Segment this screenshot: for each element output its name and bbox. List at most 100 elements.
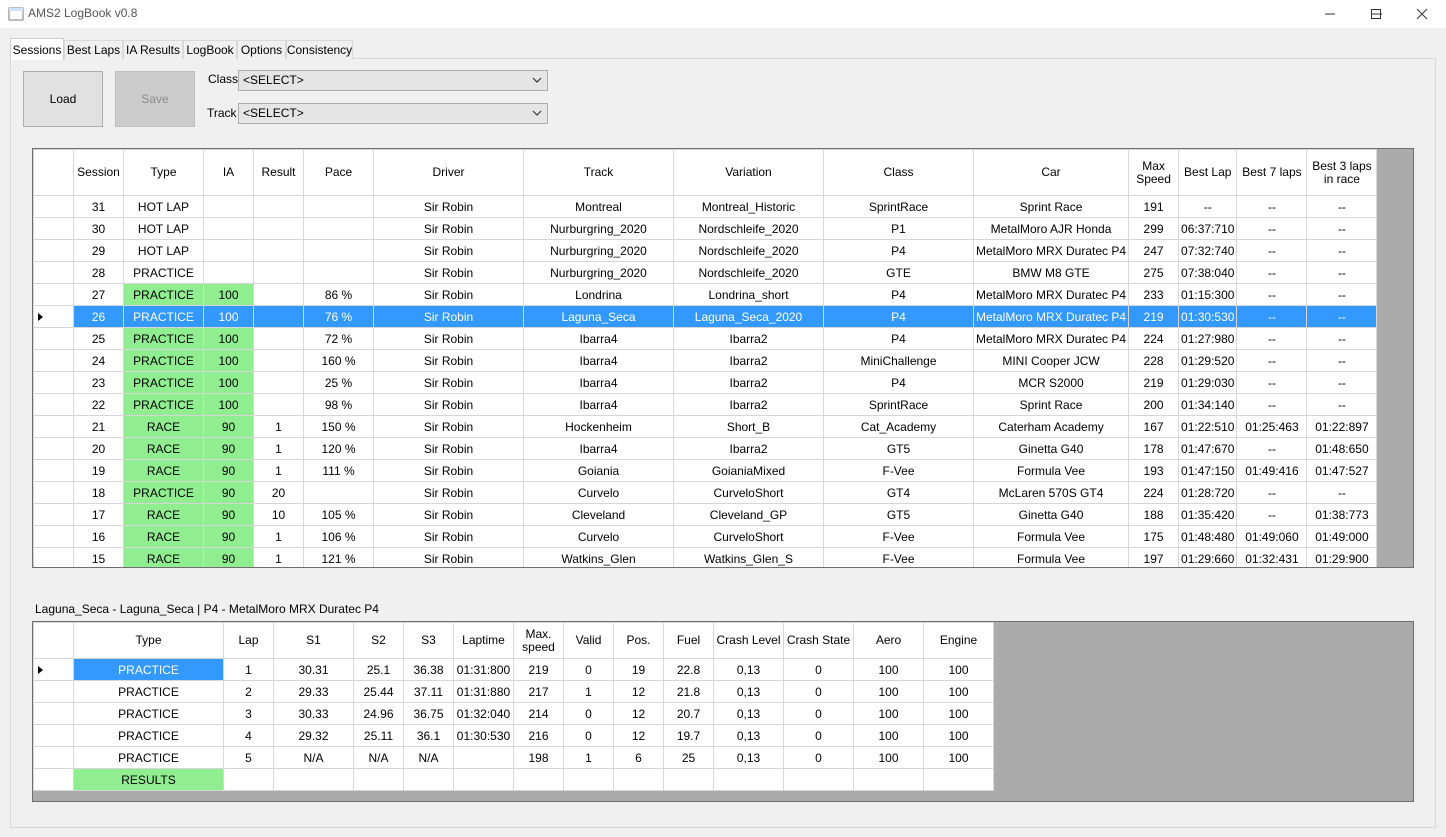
row-header[interactable] <box>33 437 74 460</box>
session-cell[interactable]: Ginetta G40 <box>972 437 1130 460</box>
session-cell[interactable]: 150 % <box>303 415 374 438</box>
lap-cell[interactable] <box>453 768 514 791</box>
session-cell[interactable]: 1 <box>253 547 304 567</box>
column-header[interactable]: Valid <box>563 622 614 659</box>
session-cell[interactable]: Sir Robin <box>373 327 524 350</box>
session-cell[interactable]: Ginetta G40 <box>972 503 1130 526</box>
row-header[interactable] <box>33 261 74 284</box>
session-cell[interactable]: 01:22:510 <box>1178 415 1238 438</box>
session-cell[interactable]: Londrina_short <box>673 283 824 306</box>
column-header[interactable]: Crash State <box>783 622 854 659</box>
row-header[interactable] <box>33 415 74 438</box>
lap-cell[interactable]: 3 <box>223 702 274 725</box>
session-cell[interactable]: 20 <box>73 437 124 460</box>
session-cell[interactable]: PRACTICE <box>123 305 204 328</box>
session-cell[interactable]: 100 <box>203 371 254 394</box>
session-cell[interactable]: PRACTICE <box>123 371 204 394</box>
session-cell[interactable]: Sir Robin <box>373 371 524 394</box>
session-cell[interactable]: P1 <box>823 217 974 240</box>
session-cell[interactable]: 28 <box>73 261 124 284</box>
lap-cell[interactable]: 100 <box>923 702 994 725</box>
session-cell[interactable]: HOT LAP <box>123 239 204 262</box>
session-row[interactable]: 17 RACE 90 10 105 % Sir Robin Cleveland Clevela… <box>33 503 1378 526</box>
session-cell[interactable] <box>253 283 304 306</box>
session-cell[interactable]: 219 <box>1128 305 1180 328</box>
column-header[interactable]: Type <box>73 622 224 659</box>
session-cell[interactable]: Formula Vee <box>972 459 1130 482</box>
lap-cell[interactable]: 12 <box>613 724 664 747</box>
session-cell[interactable]: Ibarra2 <box>673 327 824 350</box>
lap-row[interactable]: PRACTICE 5 N/A N/A N/A 198 1 6 25 0,13 0 100 100 <box>33 746 994 769</box>
column-header[interactable]: IA <box>203 149 254 196</box>
session-cell[interactable]: 01:35:420 <box>1178 503 1238 526</box>
row-header[interactable] <box>33 746 74 769</box>
session-cell[interactable]: 01:47:150 <box>1178 459 1238 482</box>
session-cell[interactable]: -- <box>1306 349 1378 372</box>
session-cell[interactable]: -- <box>1236 437 1308 460</box>
session-cell[interactable]: 22 <box>73 393 124 416</box>
session-cell[interactable]: P4 <box>823 305 974 328</box>
session-cell[interactable]: Watkins_Glen <box>523 547 674 567</box>
lap-cell[interactable]: 0 <box>563 702 614 725</box>
row-header[interactable] <box>33 195 74 218</box>
session-cell[interactable]: 167 <box>1128 415 1180 438</box>
lap-cell[interactable]: 22.8 <box>663 658 714 681</box>
session-cell[interactable]: 01:49:416 <box>1236 459 1308 482</box>
session-cell[interactable]: 20 <box>253 481 304 504</box>
session-cell[interactable] <box>253 261 304 284</box>
column-header[interactable]: Aero <box>853 622 924 659</box>
session-cell[interactable]: 01:25:463 <box>1236 415 1308 438</box>
column-header[interactable]: Best Lap <box>1178 149 1238 196</box>
session-cell[interactable]: 31 <box>73 195 124 218</box>
session-cell[interactable]: 100 <box>203 327 254 350</box>
session-cell[interactable] <box>253 239 304 262</box>
session-cell[interactable]: -- <box>1306 371 1378 394</box>
session-cell[interactable]: MINI Cooper JCW <box>972 349 1130 372</box>
session-cell[interactable] <box>253 393 304 416</box>
session-cell[interactable]: 100 <box>203 305 254 328</box>
lap-cell[interactable]: 36.75 <box>403 702 454 725</box>
session-cell[interactable]: 01:38:773 <box>1306 503 1378 526</box>
lap-cell[interactable]: 100 <box>923 724 994 747</box>
tab-ia-results[interactable]: IA Results <box>123 40 183 59</box>
lap-cell[interactable] <box>663 768 714 791</box>
session-row[interactable]: 16 RACE 90 1 106 % Sir Robin Curvelo CurveloSho… <box>33 525 1378 548</box>
load-button[interactable]: Load <box>23 71 103 127</box>
session-cell[interactable]: 01:28:720 <box>1178 481 1238 504</box>
lap-cell[interactable]: 29.32 <box>273 724 354 747</box>
lap-cell[interactable]: 100 <box>853 746 924 769</box>
lap-cell[interactable] <box>353 768 404 791</box>
session-cell[interactable] <box>203 195 254 218</box>
session-cell[interactable]: Curvelo <box>523 481 674 504</box>
column-header[interactable]: S2 <box>353 622 404 659</box>
session-cell[interactable]: Londrina <box>523 283 674 306</box>
column-header[interactable]: Class <box>823 149 974 196</box>
session-cell[interactable]: -- <box>1178 195 1238 218</box>
session-cell[interactable]: PRACTICE <box>123 393 204 416</box>
session-cell[interactable]: -- <box>1236 481 1308 504</box>
session-cell[interactable]: 01:29:900 <box>1306 547 1378 567</box>
session-row[interactable]: 19 RACE 90 1 111 % Sir Robin Goiania GoianiaMix… <box>33 459 1378 482</box>
session-cell[interactable]: 200 <box>1128 393 1180 416</box>
session-cell[interactable]: GT4 <box>823 481 974 504</box>
session-cell[interactable]: HOT LAP <box>123 217 204 240</box>
lap-cell[interactable]: 36.38 <box>403 658 454 681</box>
session-cell[interactable]: 26 <box>73 305 124 328</box>
session-row[interactable]: 18 PRACTICE 90 20 Sir Robin Curvelo CurveloSho… <box>33 481 1378 504</box>
column-header[interactable]: S1 <box>273 622 354 659</box>
lap-cell[interactable]: 198 <box>513 746 564 769</box>
session-cell[interactable] <box>253 327 304 350</box>
lap-cell[interactable]: 0 <box>783 680 854 703</box>
session-cell[interactable]: Ibarra4 <box>523 393 674 416</box>
lap-row[interactable]: PRACTICE 4 29.32 25.11 36.1 01:30:530 216 0 12 19… <box>33 724 994 747</box>
session-cell[interactable]: Ibarra2 <box>673 371 824 394</box>
lap-cell[interactable]: 20.7 <box>663 702 714 725</box>
session-cell[interactable]: MetalMoro AJR Honda <box>972 217 1130 240</box>
session-cell[interactable]: P4 <box>823 371 974 394</box>
session-cell[interactable]: RACE <box>123 415 204 438</box>
column-header[interactable]: Best 3 laps in race <box>1306 149 1378 196</box>
lap-cell[interactable]: 1 <box>563 680 614 703</box>
session-cell[interactable]: 275 <box>1128 261 1180 284</box>
session-row[interactable]: 28 PRACTICE Sir Robin Nurburgring_2020 Nords… <box>33 261 1378 284</box>
session-cell[interactable]: PRACTICE <box>123 327 204 350</box>
